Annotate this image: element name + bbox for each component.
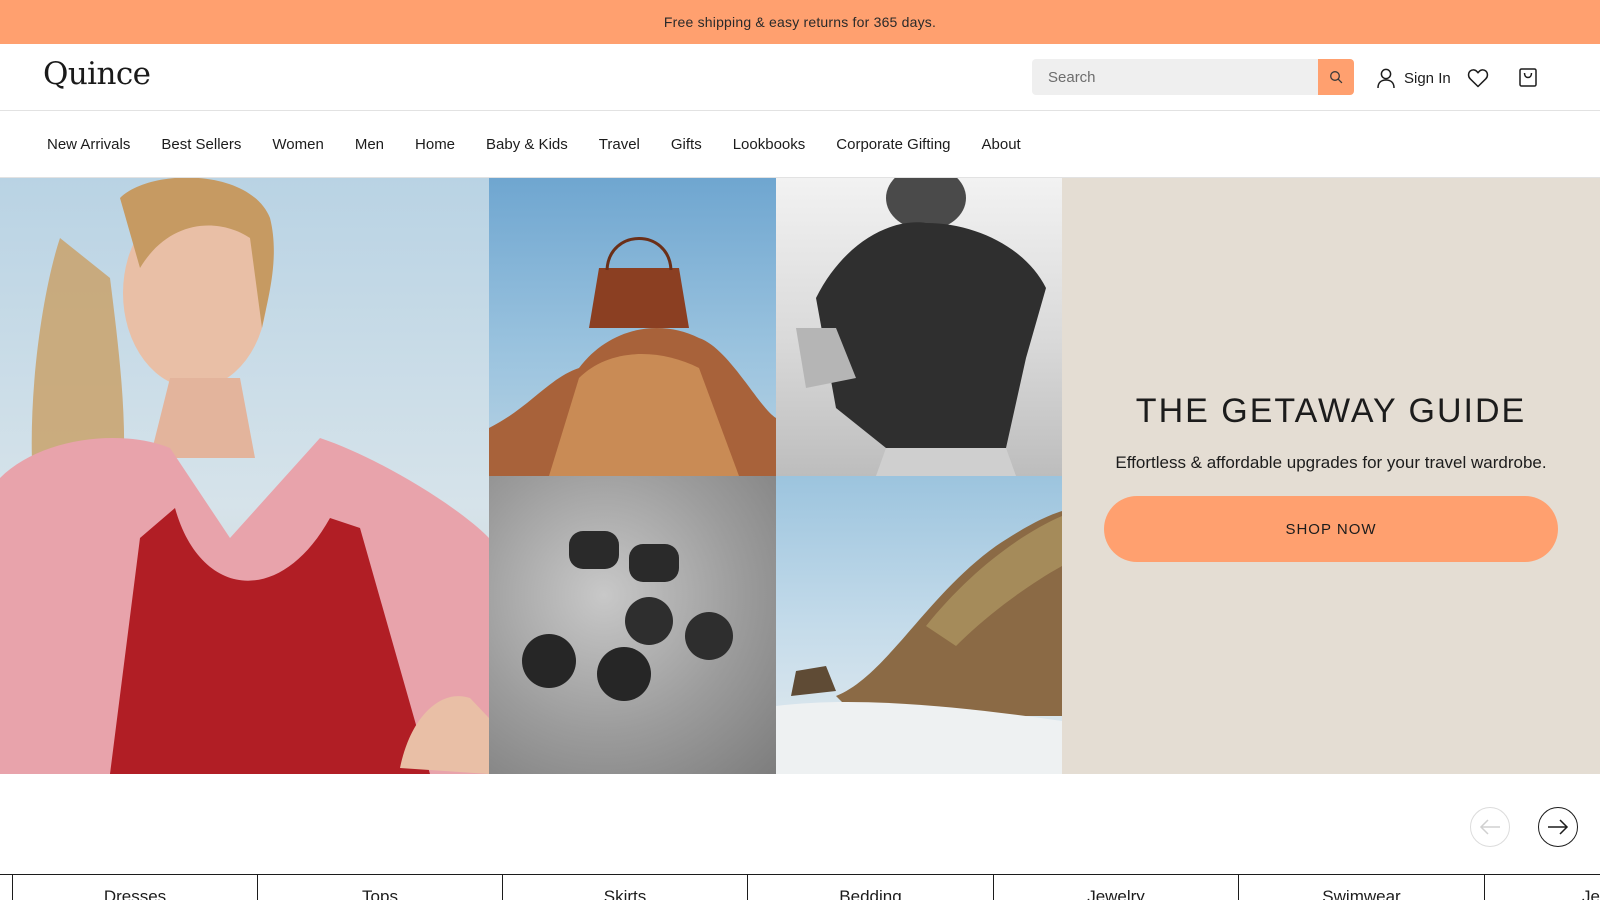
nav-item-lookbooks[interactable]: Lookbooks	[733, 136, 806, 153]
hero-image-sunglasses[interactable]	[489, 476, 776, 774]
category-strip: Dresses Tops Skirts Bedding Jewelry Swim…	[0, 874, 1600, 900]
nav-item-home[interactable]: Home	[415, 136, 455, 153]
sign-in-link[interactable]: Sign In	[1376, 66, 1451, 90]
nav-item-travel[interactable]: Travel	[599, 136, 640, 153]
category-label: Dresses	[103, 887, 167, 900]
category-jewelry[interactable]: Jewelry	[993, 875, 1238, 900]
hero-title: THE GETAWAY GUIDE	[1135, 392, 1527, 430]
nav-item-about[interactable]: About	[982, 136, 1021, 153]
hero-image-woman[interactable]	[0, 178, 489, 774]
nav-item-baby-kids[interactable]: Baby & Kids	[486, 136, 568, 153]
heart-icon[interactable]	[1466, 66, 1490, 90]
arrow-left-icon	[1479, 819, 1500, 835]
promo-bar: Free shipping & easy returns for 365 day…	[0, 0, 1600, 44]
search-button[interactable]	[1318, 59, 1354, 95]
category-partial[interactable]: Je	[1484, 875, 1600, 900]
logo[interactable]: Quince	[43, 56, 151, 92]
main-nav: New Arrivals Best Sellers Women Men Home…	[0, 112, 1600, 178]
category-bedding[interactable]: Bedding	[747, 875, 993, 900]
sign-in-label: Sign In	[1404, 69, 1451, 87]
nav-item-new-arrivals[interactable]: New Arrivals	[47, 136, 130, 153]
carousel-next-button[interactable]	[1538, 807, 1578, 847]
search-input[interactable]	[1032, 59, 1318, 95]
hero-promo-panel: THE GETAWAY GUIDE Effortless & affordabl…	[1062, 178, 1600, 774]
category-label: Swimwear	[1322, 887, 1401, 900]
user-icon	[1377, 68, 1395, 89]
hero-image-tote[interactable]	[489, 178, 776, 476]
nav-item-gifts[interactable]: Gifts	[671, 136, 702, 153]
nav-item-best-sellers[interactable]: Best Sellers	[161, 136, 241, 153]
hero-subtitle: Effortless & affordable upgrades for you…	[1115, 453, 1547, 472]
hero-banner: THE GETAWAY GUIDE Effortless & affordabl…	[0, 178, 1600, 774]
category-label: Je	[1582, 887, 1600, 900]
category-swimwear[interactable]: Swimwear	[1238, 875, 1484, 900]
arrow-right-icon	[1548, 819, 1569, 835]
category-label: Jewelry	[1087, 887, 1145, 900]
nav-item-men[interactable]: Men	[355, 136, 384, 153]
hero-image-shirt[interactable]	[776, 178, 1062, 476]
carousel-prev-button[interactable]	[1470, 807, 1510, 847]
hero-image-coast[interactable]	[776, 476, 1062, 774]
promo-text: Free shipping & easy returns for 365 day…	[663, 14, 937, 30]
nav-item-corporate-gifting[interactable]: Corporate Gifting	[836, 136, 950, 153]
nav-item-women[interactable]: Women	[272, 136, 323, 153]
bag-icon[interactable]	[1516, 65, 1540, 89]
category-tops[interactable]: Tops	[257, 875, 502, 900]
category-skirts[interactable]: Skirts	[502, 875, 747, 900]
category-label: Bedding	[839, 887, 902, 900]
category-label: Skirts	[603, 887, 647, 900]
site-header: Quince Sign In	[0, 44, 1600, 111]
search-icon	[1330, 71, 1343, 84]
search-bar	[1032, 59, 1354, 95]
category-label: Tops	[362, 887, 398, 900]
category-dresses[interactable]: Dresses	[12, 875, 257, 900]
shop-now-button[interactable]: SHOP NOW	[1104, 496, 1558, 562]
